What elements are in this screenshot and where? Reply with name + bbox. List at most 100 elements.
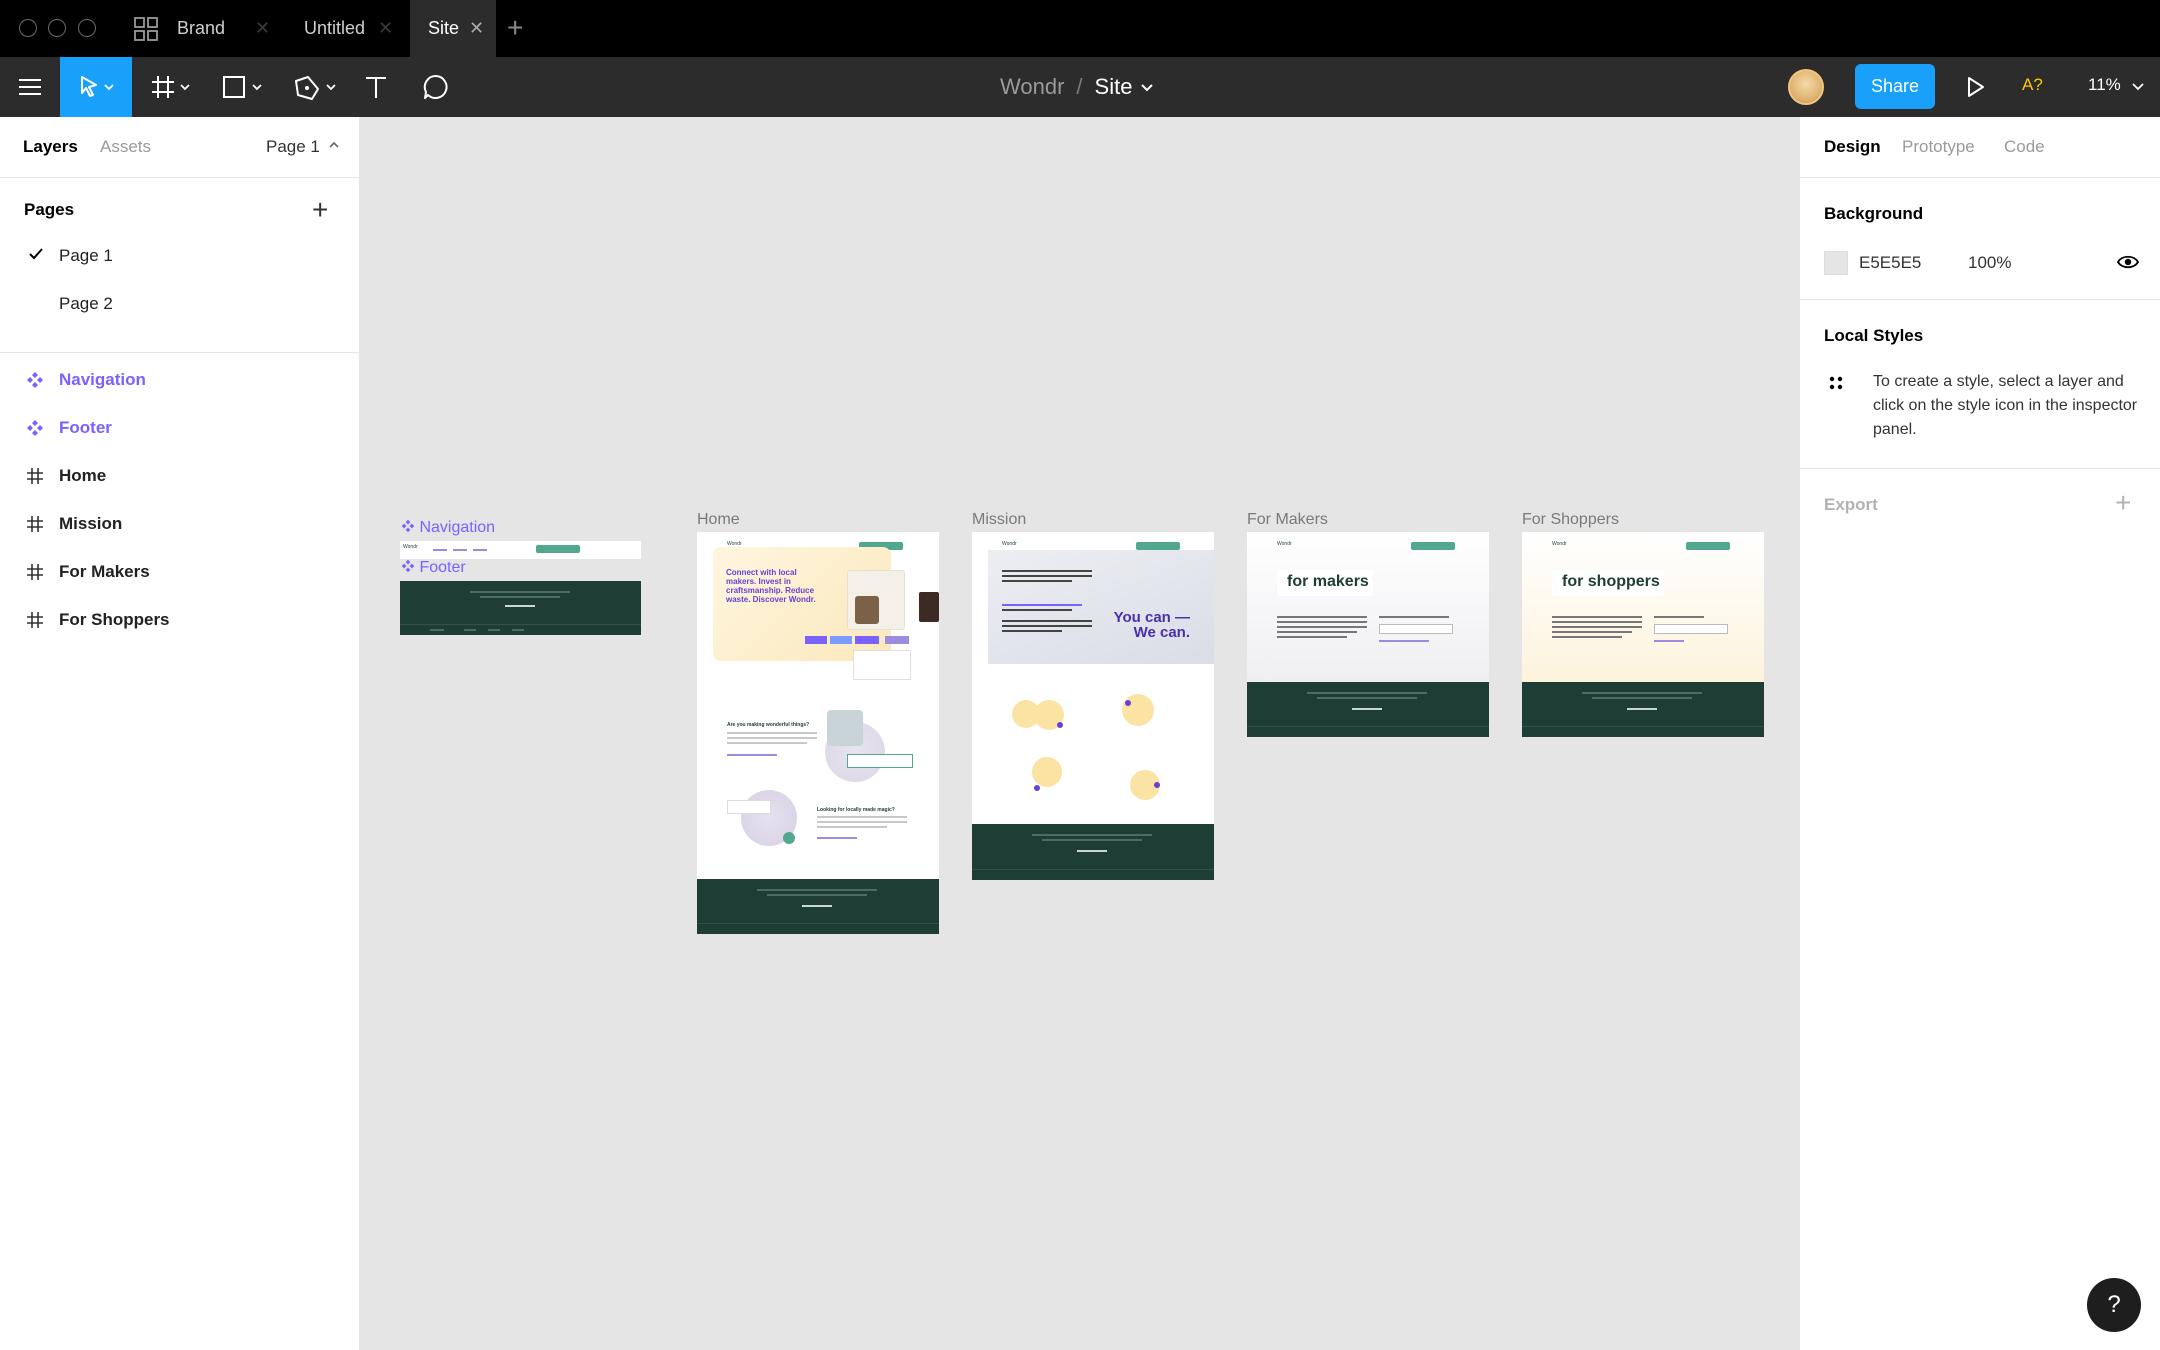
hamburger-icon: [19, 79, 41, 95]
window-minimize-control[interactable]: [48, 19, 66, 37]
missing-fonts-indicator[interactable]: A?: [2022, 75, 2043, 95]
frame-tool-button[interactable]: [144, 57, 202, 117]
chevron-up-icon: [329, 141, 339, 148]
page-label: Page 1: [59, 246, 113, 265]
window-close-control[interactable]: [19, 19, 37, 37]
tab-site[interactable]: Site ✕: [410, 0, 496, 57]
layer-mission[interactable]: Mission: [0, 502, 360, 546]
component-icon: [26, 419, 44, 442]
grid-icon[interactable]: [134, 17, 158, 41]
layer-home[interactable]: Home: [0, 454, 360, 498]
pen-icon: [295, 76, 336, 100]
frame-icon: [26, 563, 44, 586]
tab-label: Site: [428, 18, 460, 38]
tab-untitled[interactable]: Untitled ✕: [290, 0, 410, 57]
background-color-swatch[interactable]: [1824, 251, 1848, 275]
layer-navigation[interactable]: Navigation: [0, 358, 360, 402]
title-bar: Brand ✕ Untitled ✕ Site ✕ +: [0, 0, 2160, 57]
team-name[interactable]: Wondr: [1000, 74, 1064, 100]
design-panel: Design Prototype Code Background E5E5E5 …: [1799, 117, 2160, 1350]
page-item-page-2[interactable]: Page 2: [0, 284, 360, 324]
layer-for-shoppers[interactable]: For Shoppers: [0, 598, 360, 642]
frame-label-mission[interactable]: Mission: [972, 511, 1026, 529]
layers-panel: Layers Assets Page 1 Pages + Page 1 Page…: [0, 117, 360, 1350]
text-tool-button[interactable]: [358, 57, 394, 117]
home-frame-thumbnail[interactable]: Wondr Connect with local makers. Invest …: [697, 532, 939, 934]
component-icon: [401, 519, 415, 533]
label-text: Footer: [419, 559, 466, 576]
main-menu-button[interactable]: [0, 57, 60, 117]
layer-for-makers[interactable]: For Makers: [0, 550, 360, 594]
component-icon: [401, 559, 415, 573]
logo: Wondr: [1002, 541, 1017, 547]
background-heading: Background: [1824, 204, 1924, 223]
footer-component-label[interactable]: Footer: [401, 559, 466, 577]
styles-icon: [1828, 375, 1844, 396]
local-styles-heading: Local Styles: [1824, 326, 1924, 345]
pages-heading: Pages: [24, 200, 75, 219]
frame-icon: [26, 611, 44, 634]
current-page-label: Page 1: [266, 137, 320, 156]
navigation-component[interactable]: Wondr: [400, 541, 641, 559]
shoppers-frame-thumbnail[interactable]: Wondr for shoppers: [1522, 532, 1764, 737]
layer-label: Navigation: [59, 370, 146, 389]
export-heading: Export: [1824, 495, 1878, 514]
add-tab-icon[interactable]: +: [507, 12, 523, 44]
tab-assets[interactable]: Assets: [100, 137, 151, 157]
page-selector[interactable]: Page 1: [266, 137, 341, 157]
tab-label: Untitled: [304, 18, 366, 38]
tab-design[interactable]: Design: [1824, 137, 1881, 157]
zoom-dropdown[interactable]: 11%: [2088, 75, 2146, 95]
add-page-icon[interactable]: +: [312, 194, 328, 226]
window-maximize-control[interactable]: [78, 19, 96, 37]
close-icon[interactable]: ✕: [255, 18, 270, 39]
toolbar: Wondr / Site Share A? 11%: [0, 57, 2160, 117]
add-export-icon[interactable]: +: [2115, 487, 2131, 519]
component-icon: [26, 371, 44, 394]
tab-prototype[interactable]: Prototype: [1902, 137, 1975, 157]
close-icon[interactable]: ✕: [378, 18, 393, 39]
frame-label-home[interactable]: Home: [697, 511, 740, 529]
text-icon: [366, 77, 386, 98]
check-icon: [28, 246, 44, 267]
navigation-component-label[interactable]: Navigation: [401, 519, 495, 537]
layer-label: Footer: [59, 418, 112, 437]
share-button[interactable]: Share: [1855, 64, 1935, 109]
logo: Wondr: [403, 544, 418, 550]
makers-frame-thumbnail[interactable]: Wondr for makers: [1247, 532, 1489, 737]
shape-tool-button[interactable]: [216, 57, 274, 117]
move-tool-button[interactable]: [60, 57, 132, 117]
home-question-shoppers: Looking for locally made magic?: [817, 807, 895, 813]
avatar[interactable]: [1788, 69, 1824, 105]
frame-icon: [26, 515, 44, 538]
layer-label: For Makers: [59, 562, 150, 581]
background-opacity-input[interactable]: 100%: [1968, 253, 2011, 273]
page-item-page-1[interactable]: Page 1: [0, 236, 360, 276]
footer-component[interactable]: [400, 581, 641, 635]
present-play-icon[interactable]: [1963, 75, 1987, 104]
pen-tool-button[interactable]: [288, 57, 346, 117]
help-button[interactable]: ?: [2087, 1278, 2141, 1332]
file-name[interactable]: Site: [1095, 74, 1133, 100]
frame-icon: [26, 467, 44, 490]
frame-label-for-shoppers[interactable]: For Shoppers: [1522, 511, 1619, 529]
close-icon[interactable]: ✕: [469, 18, 484, 39]
breadcrumb[interactable]: Wondr / Site: [1000, 57, 1156, 117]
cursor-icon: [81, 76, 114, 97]
layer-footer[interactable]: Footer: [0, 406, 360, 450]
frame-label-for-makers[interactable]: For Makers: [1247, 511, 1328, 529]
layer-label: Mission: [59, 514, 123, 533]
mission-frame-thumbnail[interactable]: Wondr You can — We can.: [972, 532, 1214, 880]
chevron-down-icon: [1141, 84, 1154, 92]
rectangle-icon: [223, 76, 262, 98]
canvas[interactable]: Navigation Wondr Footer Home Wondr Conne…: [361, 117, 1799, 1350]
background-hex-input[interactable]: E5E5E5: [1859, 253, 1921, 273]
makers-title: for makers: [1287, 573, 1369, 590]
eye-icon[interactable]: [2116, 251, 2140, 278]
label-text: Navigation: [419, 519, 496, 536]
tab-layers[interactable]: Layers: [23, 137, 78, 157]
tab-brand[interactable]: Brand ✕: [177, 0, 287, 57]
comment-tool-button[interactable]: [418, 57, 454, 117]
tab-code[interactable]: Code: [2004, 137, 2045, 157]
zoom-level: 11%: [2088, 75, 2121, 94]
